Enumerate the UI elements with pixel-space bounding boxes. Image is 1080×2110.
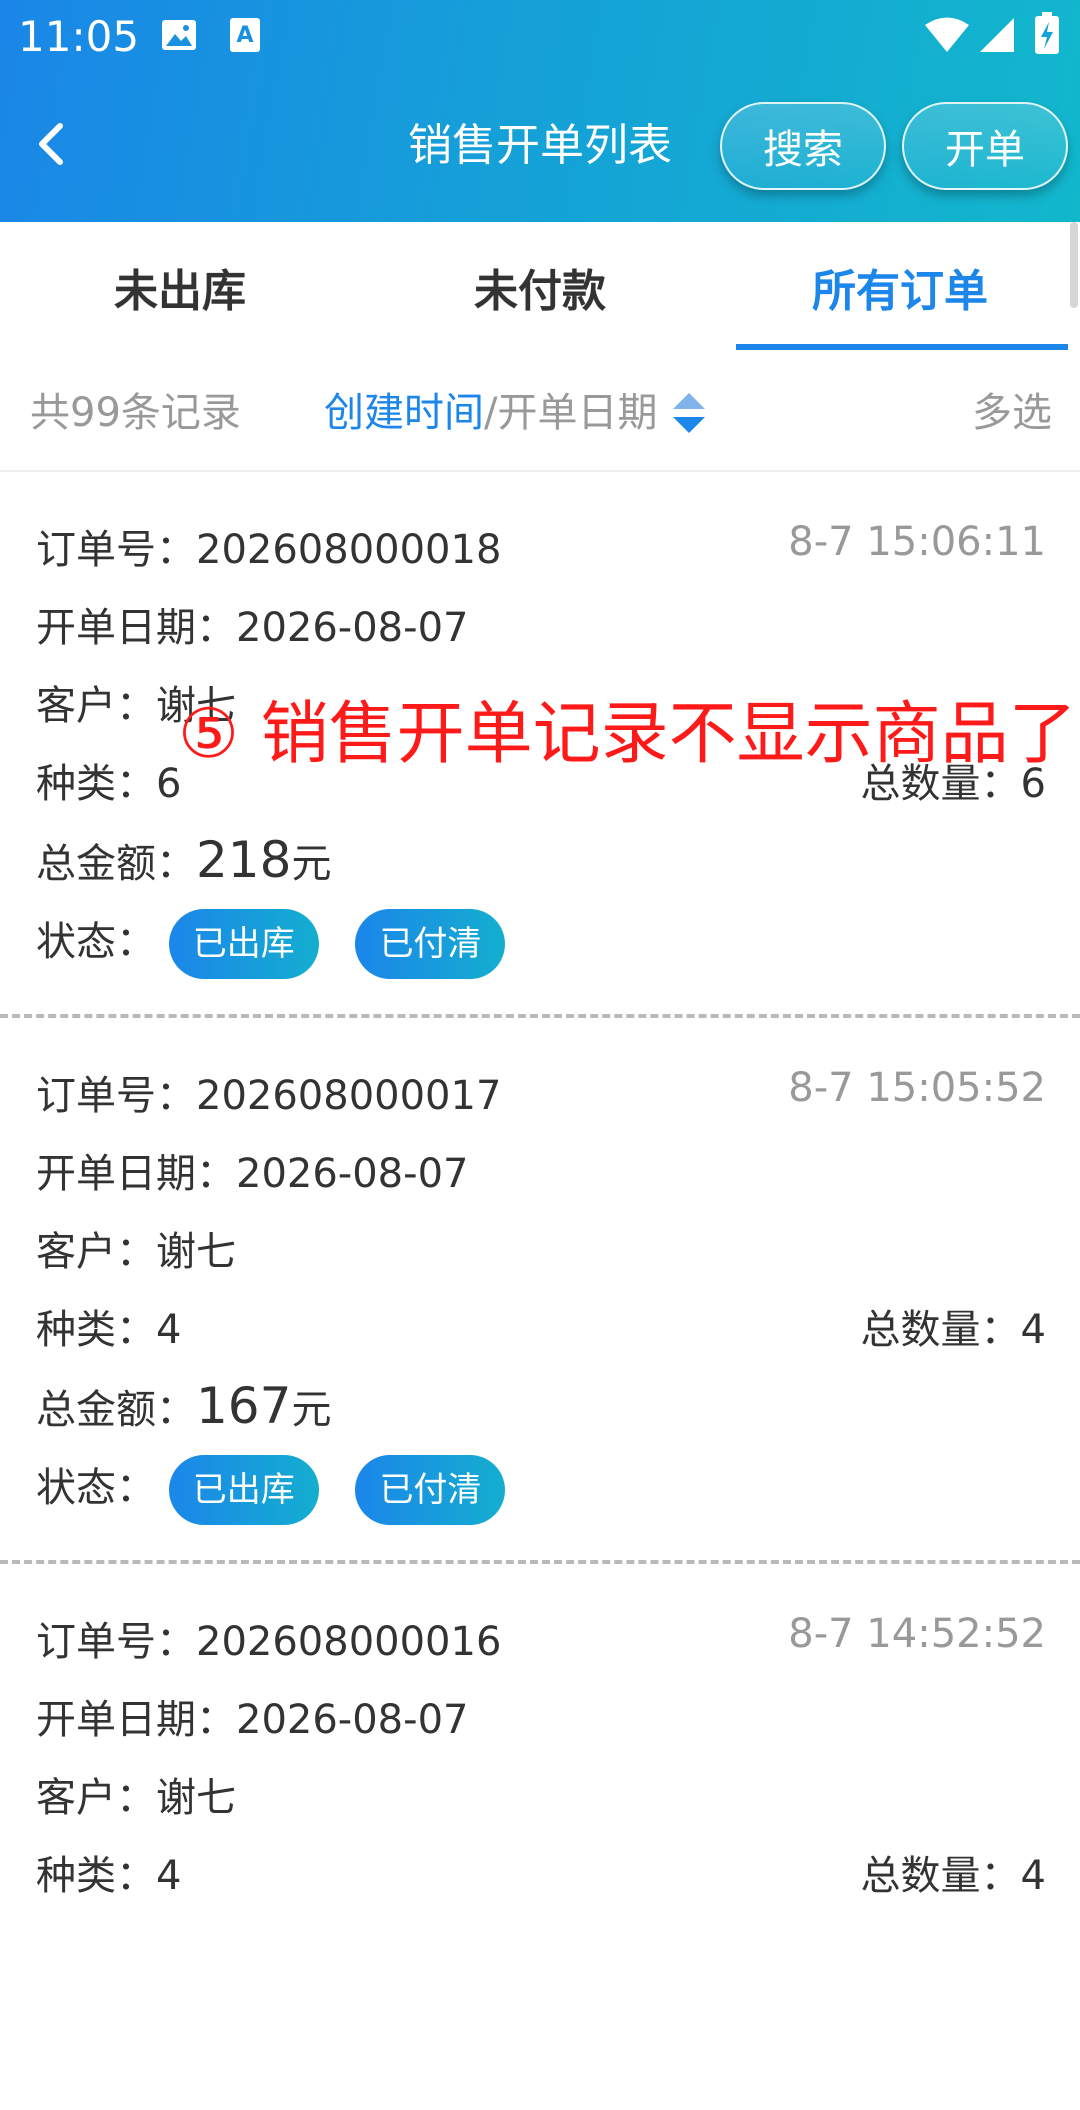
record-count: 共99条记录 — [30, 390, 241, 436]
create-order-button[interactable]: 开单 — [902, 102, 1068, 190]
total-quantity: 总数量：4 — [861, 1848, 1046, 1904]
order-timestamp: 8-7 14:52:52 — [788, 1611, 1046, 1657]
order-number-label: 订单号： — [36, 527, 196, 573]
status-row: 状态： 已出库 已付清 — [36, 1448, 506, 1528]
order-date-label: 开单日期： — [36, 1697, 236, 1743]
status-label: 状态： — [36, 1465, 156, 1511]
multi-select-button[interactable]: 多选 — [972, 388, 1052, 438]
amount-value: 218 — [196, 831, 292, 889]
status-time: 11:05 — [18, 12, 140, 61]
total-quantity-value: 6 — [1020, 761, 1046, 807]
order-number-row: 订单号：202608000016 — [36, 1614, 501, 1670]
signal-icon — [980, 18, 1014, 52]
total-quantity: 总数量：4 — [861, 1302, 1046, 1358]
order-date-label: 开单日期： — [36, 605, 236, 651]
customer-row: 客户：谢七 — [36, 678, 236, 734]
total-quantity: 总数量：6 — [861, 756, 1046, 812]
app-header: 11:05 A 销售开单列表 搜索 开单 — [0, 0, 1080, 222]
currency-unit: 元 — [291, 1387, 332, 1433]
order-number-row: 订单号：202608000017 — [36, 1068, 501, 1124]
order-timestamp: 8-7 15:05:52 — [788, 1065, 1046, 1111]
amount-label: 总金额： — [36, 841, 196, 887]
tab-not-shipped[interactable]: 未出库 — [0, 222, 360, 352]
status-badge-shipped: 已出库 — [168, 909, 319, 979]
font-notification-icon: A — [230, 18, 260, 52]
customer-name: 谢七 — [156, 683, 236, 729]
kinds-label: 种类： — [36, 761, 156, 807]
customer-label: 客户： — [36, 683, 156, 729]
sort-selector: 创建时间 / 开单日期 — [324, 388, 707, 438]
order-date-label: 开单日期： — [36, 1151, 236, 1197]
total-quantity-label: 总数量： — [860, 1853, 1021, 1899]
total-quantity-label: 总数量： — [860, 1307, 1021, 1353]
filter-bar: 共99条记录 创建时间 / 开单日期 多选 — [0, 352, 1080, 472]
svg-text:A: A — [236, 23, 253, 48]
amount-row: 总金额：218元 — [36, 832, 331, 892]
customer-label: 客户： — [36, 1775, 156, 1821]
order-date-row: 开单日期：2026-08-07 — [36, 600, 468, 656]
sort-toggle-icon[interactable] — [671, 391, 707, 435]
chevron-left-icon — [39, 123, 63, 165]
scrollbar[interactable] — [1070, 222, 1078, 308]
kinds-label: 种类： — [36, 1307, 156, 1353]
search-button[interactable]: 搜索 — [720, 102, 886, 190]
total-quantity-value: 4 — [1020, 1853, 1046, 1899]
amount-label: 总金额： — [36, 1387, 196, 1433]
amount-value: 167 — [196, 1377, 292, 1435]
order-list: 订单号：202608000018 8-7 15:06:11 开单日期：2026-… — [0, 472, 1080, 2110]
tab-unpaid[interactable]: 未付款 — [360, 222, 720, 352]
total-quantity-value: 4 — [1020, 1307, 1046, 1353]
order-date-row: 开单日期：2026-08-07 — [36, 1692, 468, 1748]
order-number-label: 订单号： — [36, 1073, 196, 1119]
amount-row: 总金额：167元 — [36, 1378, 331, 1438]
order-card[interactable]: 订单号：202608000016 8-7 14:52:52 开单日期：2026-… — [0, 1564, 1080, 2110]
tab-all-orders[interactable]: 所有订单 — [720, 222, 1080, 352]
customer-label: 客户： — [36, 1229, 156, 1275]
status-row: 状态： 已出库 已付清 — [36, 902, 506, 982]
order-date: 2026-08-07 — [236, 1697, 469, 1743]
kinds-value: 4 — [156, 1853, 182, 1899]
total-quantity-label: 总数量： — [860, 761, 1021, 807]
active-tab-indicator — [736, 344, 1068, 350]
order-number-row: 订单号：202608000018 — [36, 522, 501, 578]
back-button[interactable] — [20, 112, 84, 176]
status-badge-paid: 已付清 — [355, 909, 506, 979]
customer-row: 客户：谢七 — [36, 1224, 236, 1280]
kinds-row: 种类：6 — [36, 756, 181, 812]
sort-divider: / — [484, 390, 498, 436]
sort-created-time[interactable]: 创建时间 — [324, 388, 484, 438]
order-number: 202608000016 — [196, 1619, 502, 1665]
order-date: 2026-08-07 — [236, 1151, 469, 1197]
wifi-icon — [925, 17, 969, 52]
kinds-value: 6 — [156, 761, 182, 807]
order-card[interactable]: 订单号：202608000018 8-7 15:06:11 开单日期：2026-… — [0, 472, 1080, 1018]
battery-charging-icon — [1035, 12, 1059, 54]
customer-row: 客户：谢七 — [36, 1770, 236, 1826]
order-date-row: 开单日期：2026-08-07 — [36, 1146, 468, 1202]
status-badge-shipped: 已出库 — [168, 1455, 319, 1525]
kinds-label: 种类： — [36, 1853, 156, 1899]
currency-unit: 元 — [291, 841, 332, 887]
status-label: 状态： — [36, 919, 156, 965]
order-timestamp: 8-7 15:06:11 — [788, 519, 1046, 565]
status-badge-paid: 已付清 — [355, 1455, 506, 1525]
kinds-value: 4 — [156, 1307, 182, 1353]
order-number: 202608000018 — [196, 527, 502, 573]
sort-order-date[interactable]: 开单日期 — [497, 388, 657, 438]
order-number: 202608000017 — [196, 1073, 502, 1119]
kinds-row: 种类：4 — [36, 1848, 181, 1904]
kinds-row: 种类：4 — [36, 1302, 181, 1358]
customer-name: 谢七 — [156, 1775, 236, 1821]
customer-name: 谢七 — [156, 1229, 236, 1275]
order-number-label: 订单号： — [36, 1619, 196, 1665]
order-date: 2026-08-07 — [236, 605, 469, 651]
gallery-notification-icon — [162, 20, 196, 50]
tab-bar: 未出库 未付款 所有订单 — [0, 222, 1080, 352]
order-card[interactable]: 订单号：202608000017 8-7 15:05:52 开单日期：2026-… — [0, 1018, 1080, 1564]
